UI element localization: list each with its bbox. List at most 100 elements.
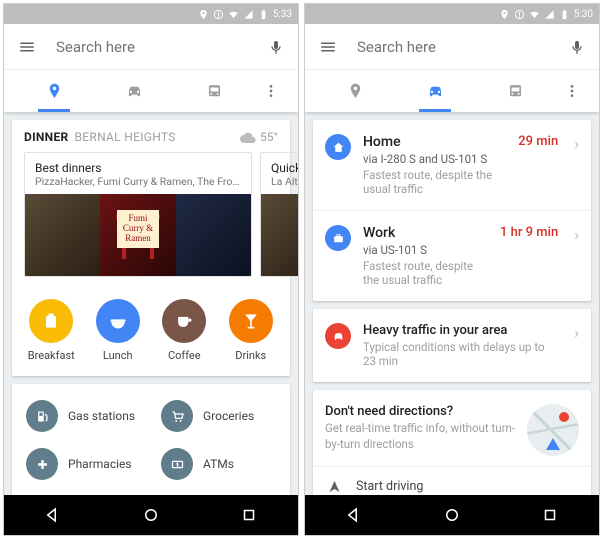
signal-icon	[243, 9, 254, 20]
mic-icon[interactable]	[268, 37, 284, 57]
traffic-sub: Typical conditions with delays up to 23 …	[363, 340, 558, 368]
thumbnail	[176, 194, 251, 276]
start-driving-label: Start driving	[356, 479, 423, 494]
category-coffee[interactable]: Coffee	[151, 299, 218, 362]
destination-time: 29 min	[518, 134, 558, 149]
nav-back-icon[interactable]	[44, 506, 62, 524]
nav-recent-icon[interactable]	[240, 506, 258, 524]
car-icon	[332, 330, 345, 343]
tab-transit[interactable]	[174, 70, 254, 112]
dinner-thumbnails	[261, 194, 298, 276]
tab-transit[interactable]	[475, 70, 555, 112]
services-card: Gas stations Groceries Pharmacies ATMs	[12, 384, 290, 495]
destination-home[interactable]: Home via I-280 S and US-101 S Fastest ro…	[313, 120, 591, 211]
content-driving: Home via I-280 S and US-101 S Fastest ro…	[305, 112, 599, 495]
cloud-icon	[240, 131, 256, 143]
service-label: Pharmacies	[68, 457, 132, 471]
service-label: ATMs	[203, 457, 234, 471]
wifi-icon	[228, 9, 239, 20]
gas-icon	[35, 409, 50, 424]
category-label: Coffee	[168, 349, 201, 362]
status-time: 5:30	[574, 9, 593, 20]
service-atms[interactable]: ATMs	[151, 440, 286, 488]
chevron-right-icon: ›	[574, 134, 579, 153]
system-nav	[305, 495, 599, 535]
search-input[interactable]: Search here	[357, 38, 549, 56]
overflow-menu[interactable]	[555, 83, 589, 99]
overflow-menu[interactable]	[254, 83, 288, 99]
service-label: Groceries	[203, 409, 254, 423]
status-bar: 5:30	[305, 4, 599, 24]
nav-back-icon[interactable]	[345, 506, 363, 524]
mic-icon[interactable]	[569, 37, 585, 57]
battery-icon	[258, 9, 269, 20]
promo-card: Don't need directions? Get real-time tra…	[313, 390, 591, 495]
section-subtitle: BERNAL HEIGHTS	[74, 130, 175, 144]
start-driving-button[interactable]: Start driving	[313, 467, 591, 495]
dinner-item-title: Quick	[271, 161, 298, 175]
thumbnail: Fumi Curry & Ramen	[100, 194, 175, 276]
nav-home-icon[interactable]	[443, 506, 461, 524]
service-groceries[interactable]: Groceries	[151, 392, 286, 440]
dinner-carousel-item[interactable]: Best dinners PizzaHacker, Fumi Curry & R…	[24, 152, 252, 277]
service-pharmacies[interactable]: Pharmacies	[16, 440, 151, 488]
sync-icon	[514, 9, 525, 20]
lunch-icon	[108, 311, 128, 331]
chevron-right-icon: ›	[574, 323, 579, 342]
bus-icon	[205, 82, 224, 101]
system-nav	[4, 495, 298, 535]
dinner-carousel[interactable]: Best dinners PizzaHacker, Fumi Curry & R…	[12, 148, 290, 287]
nav-recent-icon[interactable]	[541, 506, 559, 524]
tab-driving[interactable]	[94, 70, 174, 112]
traffic-card[interactable]: Heavy traffic in your area Typical condi…	[313, 309, 591, 382]
category-drinks[interactable]: Drinks	[218, 299, 285, 362]
car-icon	[426, 82, 445, 101]
destination-title: Work	[363, 225, 488, 241]
traffic-dot-icon	[559, 412, 569, 422]
pharmacy-icon	[35, 457, 50, 472]
destination-via: via US-101 S	[363, 243, 488, 257]
more-vert-icon	[263, 83, 279, 99]
destination-work[interactable]: Work via US-101 S Fastest route, despite…	[313, 211, 591, 301]
tab-explore[interactable]	[14, 70, 94, 112]
bus-icon	[506, 82, 525, 101]
navigation-arrow-icon	[546, 438, 560, 450]
tab-explore[interactable]	[315, 70, 395, 112]
category-lunch[interactable]: Lunch	[85, 299, 152, 362]
dinner-item-title: Best dinners	[35, 161, 241, 175]
dinner-item-sub: La Alt	[271, 175, 298, 188]
destination-note: Fastest route, despite the usual traffic	[363, 259, 488, 287]
search-bar[interactable]: Search here	[4, 24, 298, 70]
drinks-icon	[241, 311, 261, 331]
thumbnail	[261, 194, 298, 276]
tab-driving[interactable]	[395, 70, 475, 112]
status-time: 5:33	[273, 9, 292, 20]
destination-note: Fastest route, despite the usual traffic	[363, 168, 506, 196]
cart-icon	[170, 409, 185, 424]
dinner-carousel-item[interactable]: Quick La Alt	[260, 152, 298, 277]
status-bar: 5:33	[4, 4, 298, 24]
explore-pin-icon	[45, 82, 64, 101]
navigation-icon	[327, 479, 342, 494]
destinations-card: Home via I-280 S and US-101 S Fastest ro…	[313, 120, 591, 301]
nav-home-icon[interactable]	[142, 506, 160, 524]
menu-icon[interactable]	[18, 38, 36, 56]
traffic-title: Heavy traffic in your area	[363, 323, 558, 338]
work-icon	[332, 232, 345, 245]
menu-icon[interactable]	[319, 38, 337, 56]
destination-via: via I-280 S and US-101 S	[363, 152, 506, 166]
category-label: Breakfast	[28, 349, 75, 362]
sync-icon	[213, 9, 224, 20]
search-bar[interactable]: Search here	[305, 24, 599, 70]
explore-pin-icon	[346, 82, 365, 101]
location-icon	[198, 9, 209, 20]
category-breakfast[interactable]: Breakfast	[18, 299, 85, 362]
promo-sub: Get real-time traffic info, without turn…	[325, 421, 517, 452]
phone-explore: 5:33 Search here DINNER BERNAL HEIGHTS	[3, 3, 299, 536]
search-input[interactable]: Search here	[56, 38, 248, 56]
service-gas[interactable]: Gas stations	[16, 392, 151, 440]
phone-driving: 5:30 Search here Home via I-280 S and US…	[304, 3, 600, 536]
breakfast-icon	[41, 311, 61, 331]
mini-map-illustration	[527, 404, 579, 456]
temperature: 55°	[260, 130, 278, 144]
